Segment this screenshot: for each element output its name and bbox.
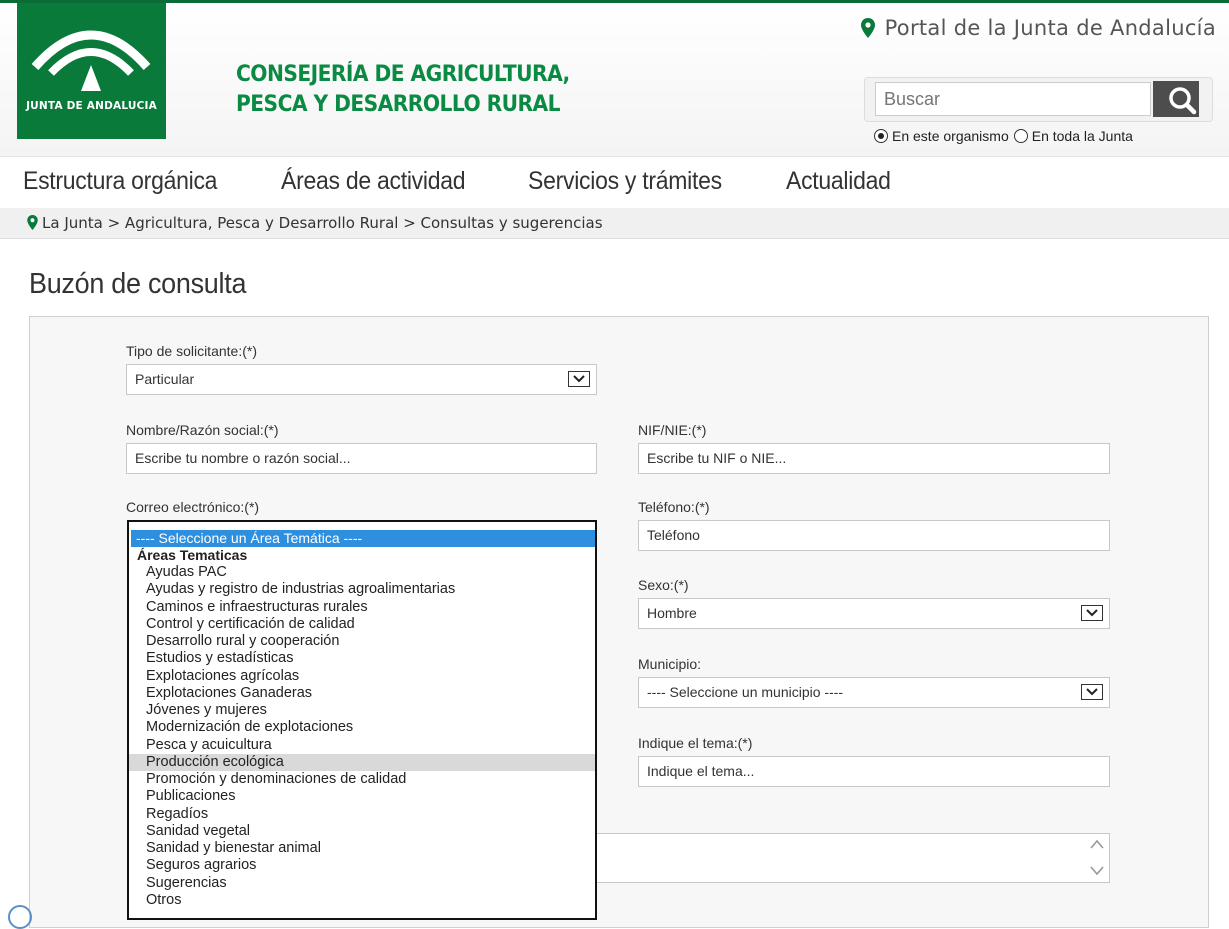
tema-input[interactable]: Indique el tema... xyxy=(638,756,1110,787)
dropdown-option[interactable]: Sanidad vegetal xyxy=(129,823,595,840)
portal-link-label: Portal de la Junta de Andalucía xyxy=(884,16,1216,40)
correo-label: Correo electrónico:(*) xyxy=(126,499,260,515)
consejeria-line-2: PESCA Y DESARROLLO RURAL xyxy=(236,92,561,117)
dropdown-option[interactable]: Control y certificación de calidad xyxy=(129,616,595,633)
nav-item-areas[interactable]: Áreas de actividad xyxy=(281,167,466,196)
tema-placeholder: Indique el tema... xyxy=(647,763,755,779)
tipo-solicitante-label: Tipo de solicitante:(*) xyxy=(126,343,257,359)
dropdown-option[interactable]: Modernización de explotaciones xyxy=(129,719,595,736)
chevron-down-icon xyxy=(1081,605,1103,621)
sexo-value: Hombre xyxy=(647,605,697,621)
dropdown-option[interactable]: Desarrollo rural y cooperación xyxy=(129,633,595,650)
nombre-label: Nombre/Razón social:(*) xyxy=(126,422,279,438)
main-nav: Estructura orgánica Áreas de actividad S… xyxy=(0,156,1229,209)
dropdown-option[interactable]: Otros xyxy=(129,892,595,909)
dropdown-option[interactable]: Regadíos xyxy=(129,806,595,823)
municipio-value: ---- Seleccione un municipio ---- xyxy=(647,684,844,700)
dropdown-option[interactable]: Sanidad y bienestar animal xyxy=(129,840,595,857)
dropdown-option[interactable]: Promoción y denominaciones de calidad xyxy=(129,771,595,788)
search-scope: En este organismo En toda la Junta xyxy=(874,128,1138,144)
radio-toda-la-junta[interactable]: En toda la Junta xyxy=(1013,128,1133,144)
dropdown-option-selected[interactable]: ---- Seleccione un Área Temática ---- xyxy=(131,530,595,547)
search-icon xyxy=(1169,87,1197,115)
nombre-input[interactable]: Escribe tu nombre o razón social... xyxy=(126,443,597,474)
municipio-label: Municipio: xyxy=(638,656,702,672)
radio-button-unchecked[interactable] xyxy=(1013,129,1028,143)
nif-placeholder: Escribe tu NIF o NIE... xyxy=(647,450,787,466)
logo-emblem-icon xyxy=(31,30,151,91)
dropdown-option[interactable]: Publicaciones xyxy=(129,788,595,805)
scroll-up-icon[interactable] xyxy=(1089,838,1105,850)
dropdown-optgroup-label: Áreas Tematicas xyxy=(137,547,248,563)
nav-item-servicios[interactable]: Servicios y trámites xyxy=(528,167,722,196)
junta-andalucia-logo[interactable]: JUNTA DE ANDALUCIA xyxy=(17,3,166,139)
search-button[interactable] xyxy=(1153,81,1199,117)
dropdown-option[interactable]: Caminos e infraestructuras rurales xyxy=(129,599,595,616)
tipo-solicitante-select[interactable]: Particular xyxy=(126,364,597,395)
consejeria-title[interactable]: CONSEJERÍA DE AGRICULTURA, PESCA Y DESAR… xyxy=(236,60,570,120)
nav-item-actualidad[interactable]: Actualidad xyxy=(786,167,891,196)
dropdown-option[interactable]: Seguros agrarios xyxy=(129,857,595,874)
corner-circle-icon xyxy=(8,905,32,929)
tipo-solicitante-value: Particular xyxy=(135,371,195,387)
telefono-placeholder: Teléfono xyxy=(647,527,700,543)
sexo-select[interactable]: Hombre xyxy=(638,598,1110,629)
site-header: JUNTA DE ANDALUCIA CONSEJERÍA DE AGRICUL… xyxy=(0,3,1229,156)
breadcrumb: La Junta > Agricultura, Pesca y Desarrol… xyxy=(0,208,1229,239)
nav-item-estructura[interactable]: Estructura orgánica xyxy=(23,167,217,196)
scroll-down-icon[interactable] xyxy=(1089,865,1105,877)
nif-input[interactable]: Escribe tu NIF o NIE... xyxy=(638,443,1110,474)
location-pin-icon xyxy=(860,18,875,38)
dropdown-option[interactable]: Producción ecológica xyxy=(129,753,595,771)
dropdown-option[interactable]: Sugerencias xyxy=(129,875,595,892)
nif-label: NIF/NIE:(*) xyxy=(638,422,707,438)
consulta-textarea[interactable] xyxy=(596,833,1110,883)
dropdown-option[interactable]: Ayudas y registro de industrias agroalim… xyxy=(129,581,595,598)
location-pin-icon xyxy=(27,215,38,230)
municipio-select[interactable]: ---- Seleccione un municipio ---- xyxy=(638,677,1110,708)
chevron-down-icon xyxy=(568,371,590,387)
dropdown-option[interactable]: Explotaciones Ganaderas xyxy=(129,685,595,702)
dropdown-option[interactable]: Ayudas PAC xyxy=(129,564,595,581)
tema-label: Indique el tema:(*) xyxy=(638,735,753,751)
radio-label: En este organismo xyxy=(892,128,1009,144)
page-title: Buzón de consulta xyxy=(29,268,247,300)
radio-button-checked[interactable] xyxy=(874,129,888,143)
telefono-label: Teléfono:(*) xyxy=(638,499,710,515)
dropdown-option[interactable]: Pesca y acuicultura xyxy=(129,737,595,754)
logo-text: JUNTA DE ANDALUCIA xyxy=(26,100,157,112)
dropdown-option[interactable]: Explotaciones agrícolas xyxy=(129,668,595,685)
telefono-input[interactable]: Teléfono xyxy=(638,520,1110,551)
dropdown-option[interactable]: Estudios y estadísticas xyxy=(129,650,595,667)
area-tematica-dropdown[interactable]: ---- Seleccione un Área Temática ---- Ár… xyxy=(127,520,597,920)
radio-este-organismo[interactable]: En este organismo xyxy=(874,128,1009,144)
radio-label: En toda la Junta xyxy=(1031,128,1133,144)
sexo-label: Sexo:(*) xyxy=(638,577,689,593)
nombre-placeholder: Escribe tu nombre o razón social... xyxy=(135,450,351,466)
dropdown-options-list: Ayudas PAC Ayudas y registro de industria… xyxy=(129,564,595,909)
chevron-down-icon xyxy=(1081,684,1103,700)
portal-link[interactable]: Portal de la Junta de Andalucía xyxy=(860,16,1216,40)
search-input[interactable] xyxy=(875,82,1151,116)
search-box xyxy=(864,77,1213,122)
breadcrumb-trail[interactable]: La Junta > Agricultura, Pesca y Desarrol… xyxy=(42,214,603,232)
consejeria-line-1: CONSEJERÍA DE AGRICULTURA, xyxy=(236,62,570,87)
dropdown-option[interactable]: Jóvenes y mujeres xyxy=(129,702,595,719)
